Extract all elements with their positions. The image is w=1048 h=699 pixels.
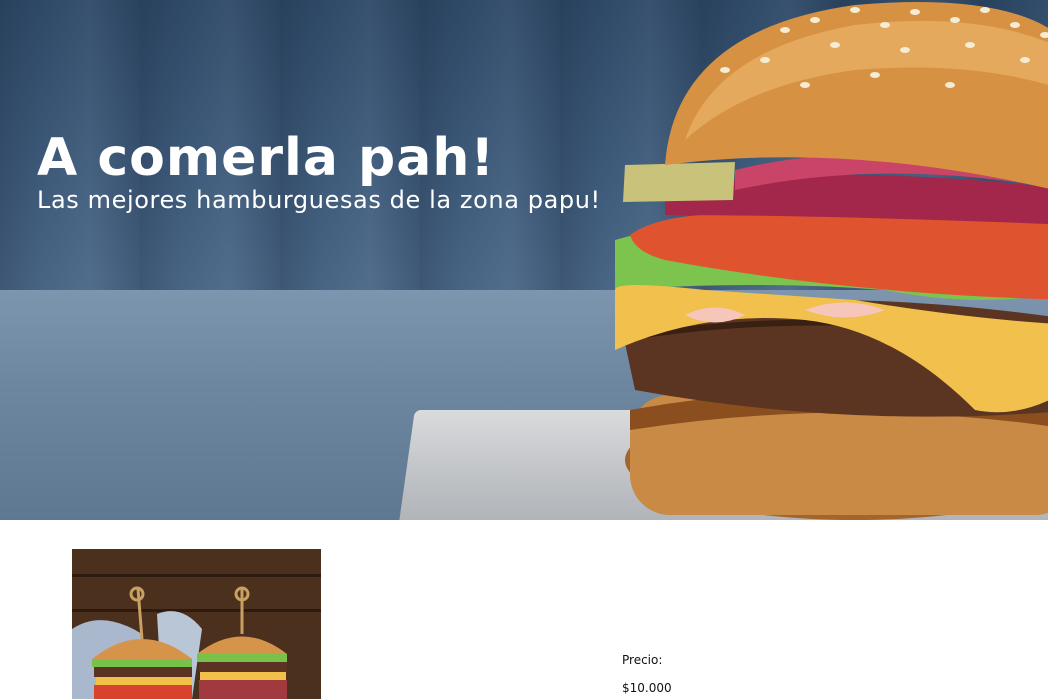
hero-title: A comerla pah!: [37, 128, 496, 188]
hero-banner: A comerla pah! Las mejores hamburguesas …: [0, 0, 1048, 520]
hero-subtitle: Las mejores hamburguesas de la zona papu…: [37, 186, 601, 214]
product-image[interactable]: [72, 549, 321, 699]
burger-icon: [615, 2, 1048, 520]
price-label: Precio:: [622, 653, 663, 667]
double-burger-icon: [72, 549, 321, 699]
price-value: $10.000: [622, 681, 672, 695]
